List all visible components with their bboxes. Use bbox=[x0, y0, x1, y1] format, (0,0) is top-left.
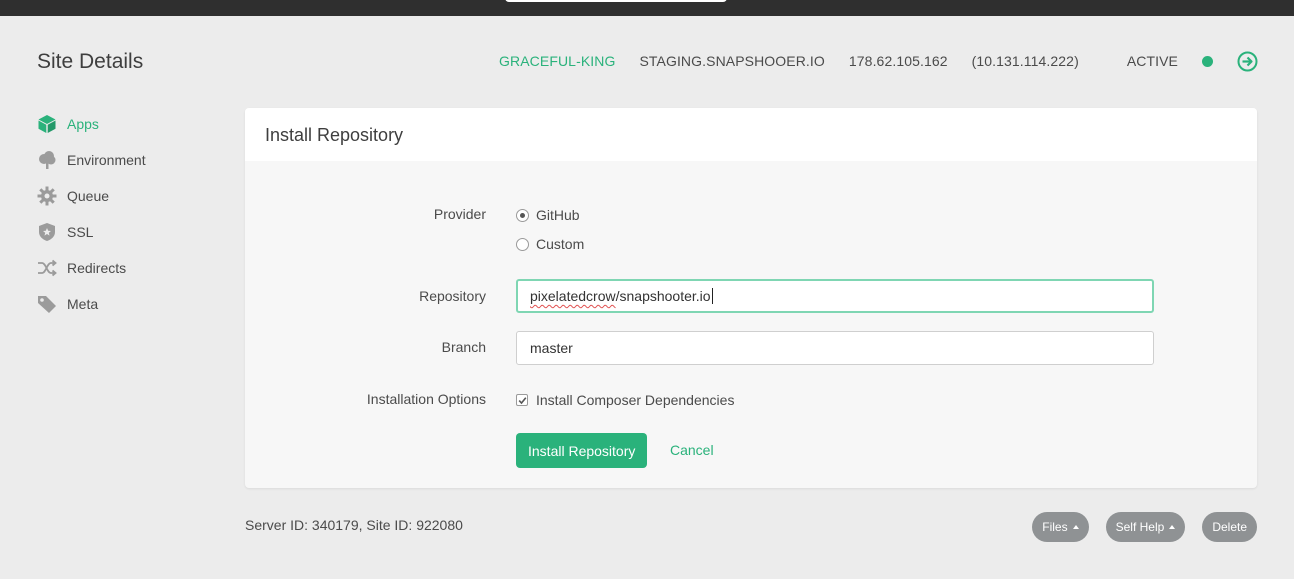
server-name-link[interactable]: GRACEFUL-KING bbox=[499, 53, 615, 69]
tree-icon bbox=[37, 150, 57, 170]
sidebar-item-redirects[interactable]: Redirects bbox=[37, 250, 217, 286]
self-help-button[interactable]: Self Help bbox=[1105, 512, 1186, 542]
repository-value-rest: /snapshooter.io bbox=[615, 288, 711, 304]
sidebar-item-ssl[interactable]: SSL bbox=[37, 214, 217, 250]
sidebar-item-queue[interactable]: Queue bbox=[37, 178, 217, 214]
top-bar bbox=[0, 0, 1294, 16]
caret-up-icon bbox=[1169, 525, 1176, 529]
radio-checked-icon[interactable] bbox=[516, 208, 529, 222]
delete-button[interactable]: Delete bbox=[1202, 512, 1257, 542]
installation-options-label: Installation Options bbox=[366, 391, 486, 407]
gear-icon bbox=[37, 186, 57, 206]
checkbox-checked-icon[interactable] bbox=[516, 394, 528, 406]
provider-label: Provider bbox=[433, 206, 486, 222]
install-composer-checkbox[interactable]: Install Composer Dependencies bbox=[516, 392, 734, 408]
sidebar-item-label: Environment bbox=[67, 152, 146, 168]
sidebar-item-meta[interactable]: Meta bbox=[37, 286, 217, 322]
server-private-ip: (10.131.114.222) bbox=[971, 53, 1079, 69]
radio-label: Custom bbox=[536, 236, 585, 252]
sidebar-item-label: Apps bbox=[67, 116, 99, 132]
top-bar-handle bbox=[505, 0, 727, 2]
install-repository-panel: Install Repository Provider GitHub Custo… bbox=[245, 108, 1257, 488]
server-status-label: ACTIVE bbox=[1126, 53, 1178, 69]
sidebar-item-apps[interactable]: Apps bbox=[37, 106, 217, 142]
server-domain: STAGING.SNAPSHOOER.IO bbox=[639, 53, 825, 69]
footer-actions: Files Self Help Delete bbox=[1015, 512, 1257, 542]
branch-input[interactable]: master bbox=[516, 331, 1154, 365]
repository-label: Repository bbox=[419, 288, 486, 304]
checkbox-label: Install Composer Dependencies bbox=[536, 392, 735, 408]
status-dot-icon bbox=[1202, 55, 1213, 67]
provider-radio-github[interactable]: GitHub bbox=[516, 207, 580, 223]
page-title: Site Details bbox=[37, 50, 144, 73]
arrow-circle-right-icon[interactable] bbox=[1237, 51, 1258, 72]
cancel-link[interactable]: Cancel bbox=[670, 442, 714, 458]
files-button[interactable]: Files bbox=[1032, 512, 1089, 542]
sidebar-item-environment[interactable]: Environment bbox=[37, 142, 217, 178]
sidebar-item-label: Meta bbox=[67, 296, 99, 312]
delete-button-label: Delete bbox=[1212, 520, 1247, 534]
caret-up-icon bbox=[1072, 525, 1079, 529]
cube-icon bbox=[37, 114, 57, 134]
server-site-ids: Server ID: 340179, Site ID: 922080 bbox=[245, 517, 463, 533]
server-info-bar: GRACEFUL-KING STAGING.SNAPSHOOER.IO 178.… bbox=[499, 50, 1258, 72]
tag-icon bbox=[37, 294, 57, 314]
sidebar-item-label: Queue bbox=[67, 188, 110, 204]
self-help-button-label: Self Help bbox=[1115, 520, 1165, 534]
sidebar-item-label: Redirects bbox=[67, 260, 127, 276]
server-status: ACTIVE bbox=[1103, 53, 1213, 69]
radio-label: GitHub bbox=[536, 207, 580, 223]
text-caret bbox=[711, 288, 713, 304]
sidebar-item-label: SSL bbox=[67, 224, 94, 240]
repository-input[interactable]: pixelatedcrow/snapshooter.io bbox=[516, 279, 1154, 313]
install-repository-button[interactable]: Install Repository bbox=[516, 433, 648, 468]
radio-unchecked-icon[interactable] bbox=[516, 237, 529, 251]
shuffle-icon bbox=[37, 258, 57, 278]
sidebar: Apps Environment Queue SSL Redirects Met… bbox=[37, 106, 217, 322]
server-public-ip: 178.62.105.162 bbox=[848, 53, 948, 69]
branch-value: master bbox=[530, 340, 573, 356]
provider-radio-custom[interactable]: Custom bbox=[516, 236, 584, 252]
repository-value-owner: pixelatedcrow bbox=[530, 288, 616, 304]
files-button-label: Files bbox=[1042, 520, 1068, 534]
shield-icon bbox=[37, 222, 57, 242]
panel-title: Install Repository bbox=[245, 108, 1257, 161]
branch-label: Branch bbox=[441, 339, 486, 355]
